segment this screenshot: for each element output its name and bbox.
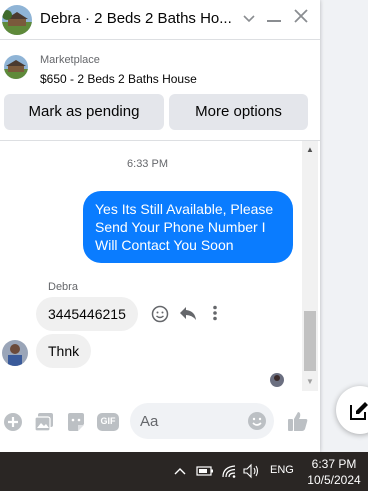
more-options-button[interactable]: More options: [169, 94, 308, 130]
mark-as-pending-button[interactable]: Mark as pending: [4, 94, 164, 130]
battery-icon[interactable]: [196, 463, 214, 479]
clock-time: 6:37 PM: [311, 457, 357, 471]
volume-icon[interactable]: [243, 463, 261, 479]
background-area: [320, 0, 368, 452]
chat-window: Debra · 2 Beds 2 Baths Ho... Marketplace…: [0, 0, 320, 452]
message-composer: GIF Aa: [0, 400, 320, 444]
marketplace-label: Marketplace: [40, 54, 100, 66]
sender-name: Debra: [48, 281, 78, 293]
chevron-down-icon[interactable]: [238, 8, 260, 30]
sticker-icon[interactable]: [66, 412, 86, 432]
chat-title[interactable]: Debra · 2 Beds 2 Baths Ho...: [40, 10, 234, 27]
message-input[interactable]: Aa: [130, 403, 274, 439]
listing-thumbnail[interactable]: [4, 55, 28, 79]
outgoing-message[interactable]: Yes Its Still Available, Please Send You…: [83, 191, 293, 263]
add-icon[interactable]: [3, 412, 23, 432]
incoming-message[interactable]: Thnk: [36, 334, 92, 368]
listing-title[interactable]: $650 - 2 Beds 2 Baths House: [40, 72, 197, 86]
show-hidden-icons-chevron-icon[interactable]: [174, 463, 186, 479]
windows-taskbar: ENG 6:37 PM 10/5/2024: [0, 452, 368, 491]
gif-icon[interactable]: GIF: [97, 412, 119, 432]
emoji-icon[interactable]: [247, 411, 267, 431]
house-photo-avatar[interactable]: [2, 5, 32, 35]
divider: [0, 140, 320, 141]
react-emoji-icon[interactable]: [150, 305, 170, 325]
like-icon[interactable]: [287, 410, 309, 432]
photo-icon[interactable]: [34, 412, 54, 432]
reply-icon[interactable]: [178, 305, 198, 325]
message-timestamp: 6:33 PM: [127, 158, 168, 170]
more-actions-icon[interactable]: [205, 305, 225, 325]
seen-indicator-avatar: [270, 373, 284, 387]
chat-header[interactable]: Debra · 2 Beds 2 Baths Ho...: [0, 0, 320, 40]
scroll-down-arrow-icon[interactable]: ▼: [302, 374, 318, 390]
sender-avatar[interactable]: [2, 340, 28, 366]
clock-date: 10/5/2024: [307, 473, 361, 487]
message-input-placeholder: Aa: [140, 413, 159, 430]
gif-label: GIF: [100, 416, 116, 426]
close-icon[interactable]: [290, 8, 312, 30]
minimize-icon[interactable]: [263, 8, 285, 30]
scroll-up-arrow-icon[interactable]: ▲: [302, 142, 318, 158]
scrollbar-thumb[interactable]: [304, 311, 316, 371]
taskbar-clock[interactable]: 6:37 PM 10/5/2024: [306, 456, 362, 488]
wifi-icon[interactable]: [221, 463, 239, 479]
incoming-message[interactable]: 3445446215: [36, 297, 138, 331]
input-language-indicator[interactable]: ENG: [270, 464, 294, 476]
